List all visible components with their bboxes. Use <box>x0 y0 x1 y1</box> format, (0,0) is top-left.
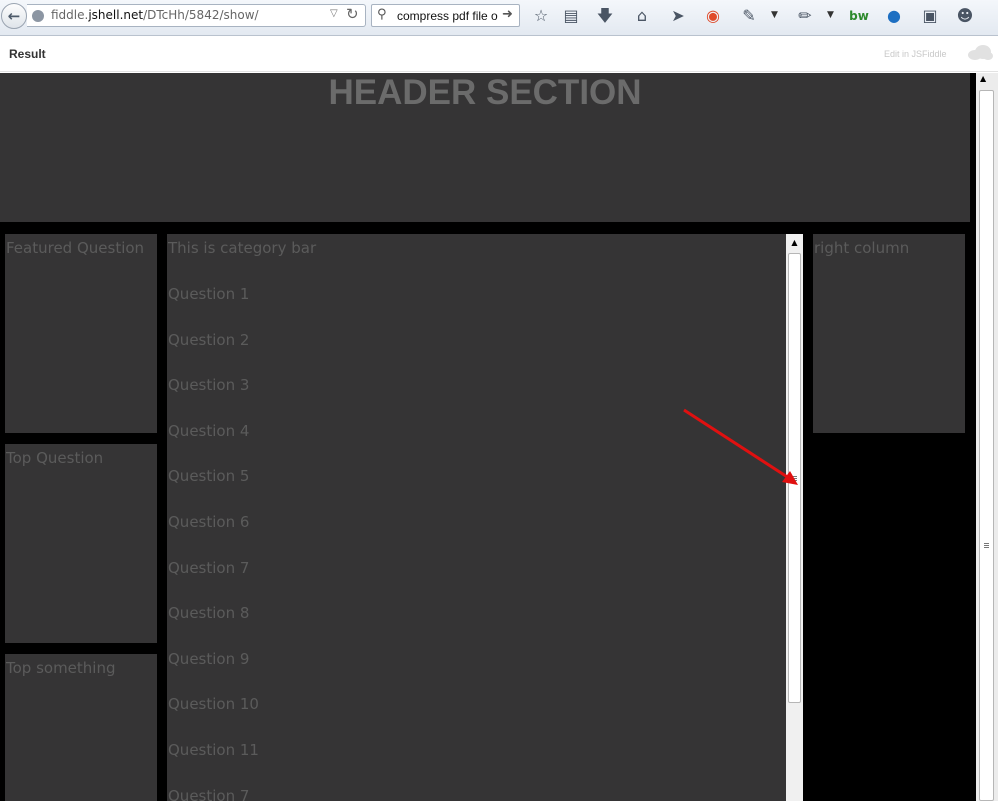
header-section: HEADER SECTION <box>0 73 970 222</box>
download-icon[interactable]: 🡇 <box>594 6 616 28</box>
url-text[interactable]: fiddle.jshell.net/DTcHh/5842/show/ <box>51 8 259 22</box>
question-item: Question 8 <box>168 604 250 622</box>
top-something-panel: Top something <box>5 654 157 801</box>
lifebuoy-icon[interactable]: ◉ <box>702 6 724 28</box>
question-item: Question 3 <box>168 376 250 394</box>
center-scrollbar[interactable]: ▲ <box>786 234 803 801</box>
chat-icon[interactable]: ☻ <box>954 6 976 28</box>
send-icon[interactable]: ➤ <box>667 6 689 28</box>
save-download-icon[interactable]: ▣ <box>919 6 941 28</box>
right-column-panel: right column <box>813 234 965 433</box>
header-title: HEADER SECTION <box>328 73 642 112</box>
question-item: Question 5 <box>168 467 250 485</box>
search-input[interactable]: compress pdf file o <box>397 9 500 23</box>
back-button[interactable]: ← <box>1 3 27 29</box>
fiddle-result-bar: Result Edit in JSFiddle <box>0 36 998 72</box>
center-column: This is category bar Question 1 Question… <box>167 234 786 801</box>
extension-dropdown-icon[interactable]: ▼ <box>771 10 778 20</box>
search-icon: ⚲ <box>377 7 387 22</box>
grip-line <box>984 547 989 548</box>
bookmark-star-icon[interactable]: ☆ <box>530 6 552 28</box>
question-item: Question 7 <box>168 559 250 577</box>
top-question-panel: Top Question <box>5 444 157 643</box>
url-bar[interactable]: fiddle.jshell.net/DTcHh/5842/show/ ▽ ↻ <box>27 4 366 27</box>
result-label: Result <box>9 47 46 61</box>
grip-line <box>984 545 989 546</box>
url-dropdown-icon[interactable]: ▽ <box>330 8 338 19</box>
edit-in-jsfiddle-link[interactable]: Edit in JSFiddle <box>884 49 947 59</box>
globe-icon <box>32 10 44 22</box>
search-go-icon[interactable]: ➜ <box>502 7 513 22</box>
page-scroll-up-arrow-icon[interactable]: ▲ <box>980 74 986 83</box>
browser-toolbar: ← fiddle.jshell.net/DTcHh/5842/show/ ▽ ↻… <box>0 0 998 36</box>
bw-addon-icon[interactable]: bw <box>848 6 870 28</box>
annotation-arrow-icon <box>683 408 798 485</box>
question-item: Question 11 <box>168 741 259 759</box>
question-item: Question 1 <box>168 285 250 303</box>
bookmarks-list-icon[interactable]: ▤ <box>560 6 582 28</box>
panel-label: Featured Question <box>6 239 145 257</box>
extension-icon[interactable]: ✎ <box>738 6 760 28</box>
cloud-icon <box>968 45 993 60</box>
panel-label: right column <box>814 239 910 257</box>
question-item: Question 2 <box>168 331 250 349</box>
page-scrollbar[interactable]: ▲ <box>976 73 998 801</box>
question-item: Question 7 <box>168 787 250 801</box>
grip-line <box>984 543 989 544</box>
page-viewport: HEADER SECTION Featured Question Top Que… <box>0 73 998 801</box>
question-item: Question 6 <box>168 513 250 531</box>
category-bar: This is category bar <box>168 239 317 257</box>
search-bar[interactable]: ⚲ compress pdf file o ➜ <box>371 4 520 27</box>
reload-icon[interactable]: ↻ <box>346 5 359 23</box>
panel-label: Top something <box>6 659 116 677</box>
question-item: Question 4 <box>168 422 250 440</box>
featured-question-panel: Featured Question <box>5 234 157 433</box>
question-item: Question 10 <box>168 695 259 713</box>
panel-label: Top Question <box>6 449 104 467</box>
eyedropper-dropdown-icon[interactable]: ▼ <box>827 10 834 20</box>
video-addon-icon[interactable]: ● <box>883 6 905 28</box>
question-item: Question 9 <box>168 650 250 668</box>
eyedropper-icon[interactable]: ✏ <box>794 6 816 28</box>
home-icon[interactable]: ⌂ <box>631 6 653 28</box>
scroll-up-arrow-icon[interactable]: ▲ <box>786 234 803 251</box>
page-scrollbar-thumb[interactable] <box>979 90 994 801</box>
